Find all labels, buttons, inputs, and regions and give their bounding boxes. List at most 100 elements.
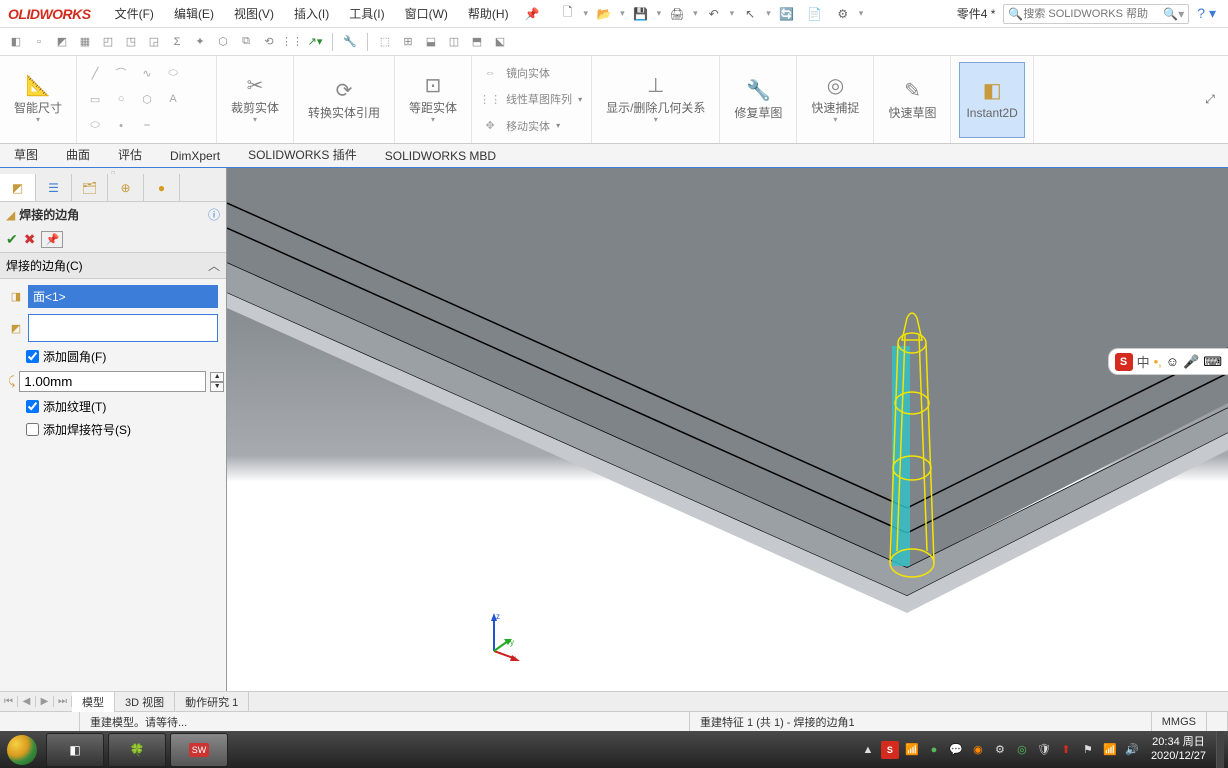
cancel-button[interactable]: ✖ — [24, 231, 36, 248]
new-icon[interactable]: 🗋 — [556, 4, 580, 24]
add-fillet-checkbox[interactable] — [26, 350, 39, 363]
qat-icon[interactable]: ⟲ — [259, 32, 279, 52]
tab-3d-view[interactable]: 3D 视图 — [115, 692, 175, 712]
tray-icon[interactable]: 🛡 — [1035, 741, 1053, 759]
rebuild-icon[interactable]: 🔄 — [775, 4, 799, 24]
minimize-icon[interactable]: ⊟ — [1148, 170, 1170, 190]
qat-icon[interactable]: ⧉ — [236, 32, 256, 52]
poly-icon[interactable]: ⬡ — [137, 91, 157, 107]
undo-icon[interactable]: ↶ — [702, 4, 726, 24]
tab-nav-next[interactable]: ▶ — [36, 696, 54, 707]
menu-file[interactable]: 文件(F) — [107, 1, 162, 26]
qat-icon[interactable]: ◧ — [6, 32, 26, 52]
spinner-up[interactable]: ▲ — [210, 372, 224, 382]
hide-show-icon[interactable]: 👁 — [773, 171, 795, 191]
tray-network-icon[interactable]: 📶 — [1101, 741, 1119, 759]
tray-icon[interactable]: 💬 — [947, 741, 965, 759]
tray-volume-icon[interactable]: 🔊 — [1123, 741, 1141, 759]
offset-button[interactable]: ⊡等距实体▾ — [403, 62, 463, 138]
tab-sw-mbd[interactable]: SOLIDWORKS MBD — [371, 144, 510, 167]
ellipse-icon[interactable]: ⬭ — [85, 118, 105, 134]
pin-icon[interactable]: 📌 — [525, 7, 540, 21]
ok-button[interactable]: ✔ — [6, 231, 18, 248]
start-button[interactable] — [0, 731, 44, 768]
ime-mic-icon[interactable]: 🎤 — [1183, 354, 1199, 370]
qat-icon[interactable]: ⬡ — [213, 32, 233, 52]
face-selection-input[interactable]: 面<1> — [28, 285, 218, 308]
tray-up-icon[interactable]: ▲ — [859, 741, 877, 759]
circle-icon[interactable]: ○ — [111, 91, 131, 107]
menu-view[interactable]: 视图(V) — [226, 1, 282, 26]
smart-dimension-button[interactable]: 📐 智能尺寸 ▾ — [8, 62, 68, 138]
tab-nav-prev[interactable]: ◀ — [18, 696, 36, 707]
zoom-fit-icon[interactable]: 🔍 — [605, 171, 627, 191]
quick-snap-button[interactable]: ◎快速捕捉▾ — [805, 62, 865, 138]
select-icon[interactable]: ↖ — [738, 4, 762, 24]
task-button[interactable]: ◧ — [46, 733, 104, 767]
spinner-down[interactable]: ▼ — [210, 382, 224, 392]
tab-sketch[interactable]: 草图 — [0, 141, 52, 167]
qat-icon[interactable]: ◰ — [98, 32, 118, 52]
menu-insert[interactable]: 插入(I) — [286, 1, 337, 26]
qat-icon[interactable]: ◩ — [52, 32, 72, 52]
text-icon[interactable]: A — [163, 91, 183, 107]
tray-icon[interactable]: ● — [925, 741, 943, 759]
tab-surface[interactable]: 曲面 — [52, 141, 104, 167]
instant2d-button[interactable]: ◧Instant2D — [959, 62, 1024, 138]
qat-icon[interactable]: ⊞ — [398, 32, 418, 52]
add-texture-checkbox[interactable] — [26, 400, 39, 413]
taskbar-clock[interactable]: 20:34 周日 2020/12/27 — [1145, 736, 1212, 762]
tab-appearance[interactable]: ● — [144, 174, 180, 201]
section-icon[interactable]: ◫ — [689, 171, 711, 191]
zoom-area-icon[interactable]: ⊡ — [633, 171, 655, 191]
menu-help[interactable]: 帮助(H) — [460, 1, 517, 26]
3d-viewport[interactable]: 🔍 ⊡ ↶ ◫ 🧊 ◐ 👁 🎨 🖵 ⊟ ⊡ ⊠ ▶ 🧊 零件4（預設<<預設>_… — [227, 168, 1228, 691]
tray-icon[interactable]: ⚑ — [1079, 741, 1097, 759]
breadcrumb[interactable]: ▶ 🧊 零件4（預設<<預設>_外... — [239, 192, 398, 208]
tray-icon[interactable]: ◎ — [1013, 741, 1031, 759]
close-preview-icon[interactable]: ✖ — [1201, 218, 1224, 251]
quick-sketch-button[interactable]: ✎快速草图 — [882, 62, 942, 138]
linear-pattern-icon[interactable]: ⋮⋮ — [480, 91, 500, 107]
move-icon[interactable]: ✥ — [480, 118, 500, 134]
pin-property-button[interactable]: 📌 — [41, 231, 63, 248]
qat-icon[interactable]: ◳ — [121, 32, 141, 52]
repair-button[interactable]: 🔧修复草图 — [728, 62, 788, 138]
rect-icon[interactable]: ▭ — [85, 91, 105, 107]
qat-icon[interactable]: ▫ — [29, 32, 49, 52]
print-icon[interactable]: 🖨 — [665, 4, 689, 24]
tab-dimxpert[interactable]: DimXpert — [156, 144, 234, 167]
expand-icon[interactable]: ⤢ — [1198, 90, 1222, 110]
qat-icon[interactable]: ↗▾ — [305, 32, 325, 52]
tab-dim[interactable]: ⊕ — [108, 174, 144, 201]
task-button-solidworks[interactable]: SW — [170, 733, 228, 767]
open-icon[interactable]: 📂 — [592, 4, 616, 24]
save-icon[interactable]: 💾 — [629, 4, 653, 24]
close-vp-icon[interactable]: ⊠ — [1200, 170, 1222, 190]
trim-button[interactable]: ✂裁剪实体▾ — [225, 62, 285, 138]
qat-icon[interactable]: Σ — [167, 32, 187, 52]
tab-nav-first[interactable]: ⏮ — [0, 696, 18, 707]
qat-icon[interactable]: ⬓ — [421, 32, 441, 52]
property-help-icon[interactable]: ⓘ — [208, 206, 220, 223]
qat-icon[interactable]: ⬒ — [467, 32, 487, 52]
maximize-icon[interactable]: ⊡ — [1174, 170, 1196, 190]
tray-icon[interactable]: ⬆ — [1057, 741, 1075, 759]
point-icon[interactable]: • — [111, 118, 131, 134]
qat-icon[interactable]: ◲ — [144, 32, 164, 52]
tab-config[interactable]: 🗂 — [72, 174, 108, 201]
search-glass-icon[interactable]: 🔍▾ — [1163, 7, 1184, 21]
ime-emoji-icon[interactable]: ☺ — [1166, 354, 1179, 369]
tab-nav-last[interactable]: ⏭ — [54, 696, 72, 707]
qat-icon[interactable]: 🔧 — [340, 32, 360, 52]
show-desktop-button[interactable] — [1216, 731, 1224, 768]
slot-icon[interactable]: ⬭ — [163, 65, 183, 81]
tray-icon[interactable]: ◉ — [969, 741, 987, 759]
menu-edit[interactable]: 编辑(E) — [166, 1, 222, 26]
qat-icon[interactable]: ⋮⋮ — [282, 32, 302, 52]
options-gear-icon[interactable]: ⚙ — [831, 4, 855, 24]
mirror-icon[interactable]: ⇔ — [480, 65, 500, 81]
qat-icon[interactable]: ✦ — [190, 32, 210, 52]
add-weld-symbol-checkbox[interactable] — [26, 423, 39, 436]
view-orient-icon[interactable]: 🧊 — [717, 171, 739, 191]
